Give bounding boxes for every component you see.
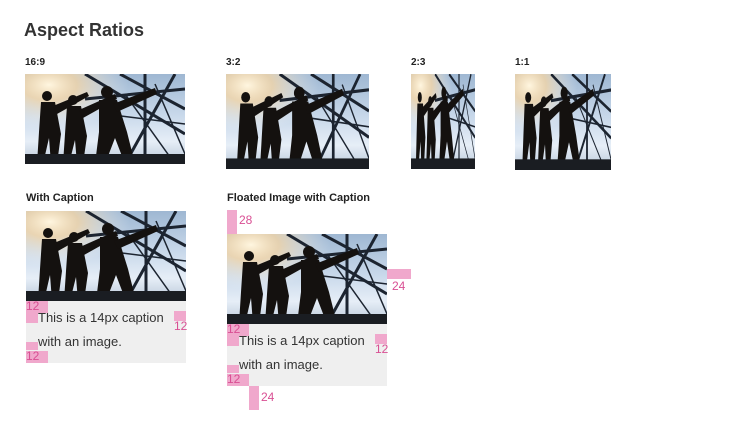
workers-silhouette-illustration <box>25 74 185 164</box>
floated-caption-line-2: with an image. <box>239 357 323 372</box>
page-title: Aspect Ratios <box>24 20 145 40</box>
caption-line-2: with an image. <box>38 334 122 349</box>
caption-line-1: This is a 14px caption <box>38 310 164 325</box>
floated-image <box>227 234 387 324</box>
floated-label-right: 24 <box>392 279 406 293</box>
spacing-label-top: 12 <box>26 299 40 313</box>
image-3-2 <box>226 74 369 169</box>
workers-silhouette-illustration <box>26 211 186 301</box>
floated-marker-right <box>387 269 411 279</box>
with-caption-label: With Caption <box>26 192 94 204</box>
spacing-label-bottom: 12 <box>26 349 40 363</box>
floated-spacing-label-top: 12 <box>227 322 241 336</box>
image-2-3 <box>411 74 475 169</box>
ratio-label-16-9: 16:9 <box>25 57 46 68</box>
floated-marker-top <box>227 210 237 234</box>
floated-spacing-label-bottom: 12 <box>227 372 241 386</box>
image-1-1 <box>515 74 611 170</box>
floated-label: Floated Image with Caption <box>227 192 371 204</box>
floated-marker-bottom <box>249 386 259 410</box>
workers-silhouette-illustration <box>226 74 369 169</box>
spacing-label-right: 12 <box>174 319 188 333</box>
floated-caption-line-1: This is a 14px caption <box>239 333 365 348</box>
spacing-marker-left <box>26 313 38 323</box>
image-16-9 <box>25 74 185 164</box>
floated-spacing-label-right: 12 <box>375 342 389 356</box>
caption-image <box>26 211 186 301</box>
ratio-label-1-1: 1:1 <box>515 57 530 68</box>
floated-label-bottom-24: 24 <box>261 390 275 404</box>
workers-silhouette-illustration <box>411 74 475 169</box>
workers-silhouette-illustration <box>515 74 611 170</box>
floated-spacing-marker-left <box>227 336 239 346</box>
ratio-label-2-3: 2:3 <box>411 57 426 68</box>
workers-silhouette-illustration <box>227 234 387 324</box>
floated-label-top: 28 <box>239 213 253 227</box>
ratio-label-3-2: 3:2 <box>226 57 241 68</box>
